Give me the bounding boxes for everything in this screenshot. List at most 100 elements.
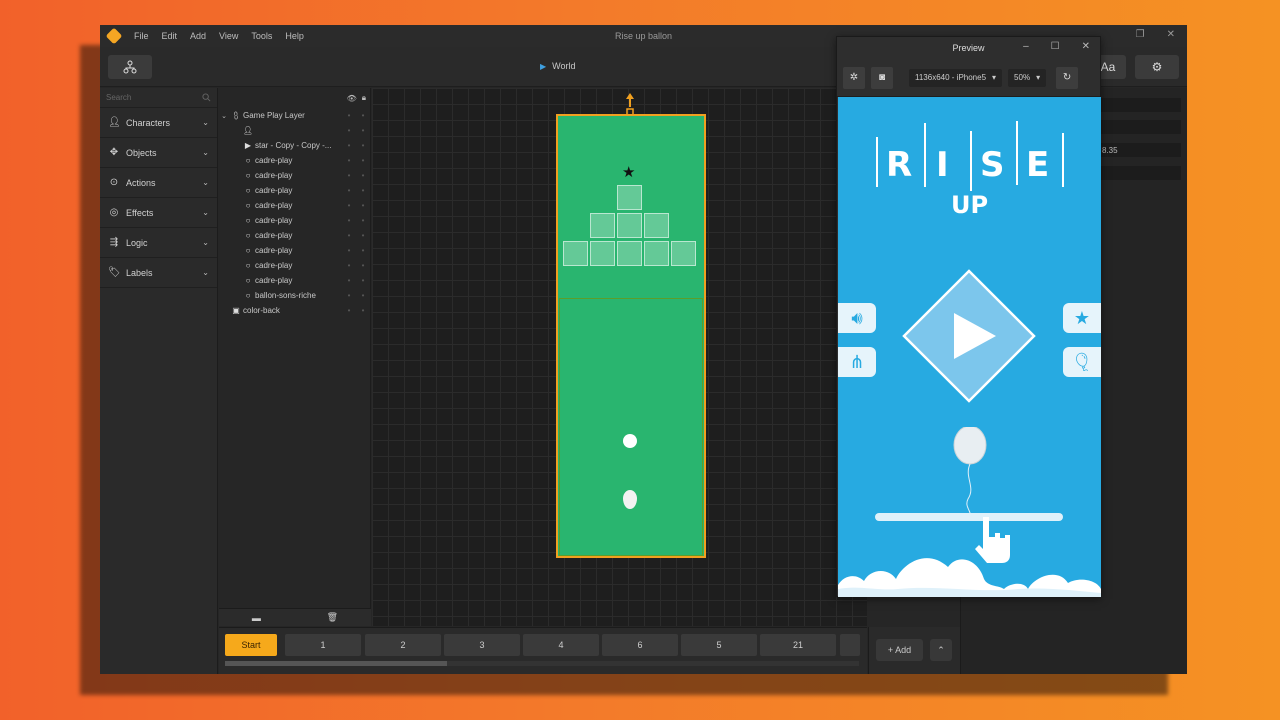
- visibility-dot-icon[interactable]: •: [348, 201, 351, 210]
- rate-button[interactable]: ★: [1063, 303, 1101, 333]
- maximize-icon[interactable]: ☐: [1051, 41, 1060, 52]
- lock-dot-icon[interactable]: •: [362, 231, 365, 240]
- layer-row[interactable]: ○ ballon-sons-riche • •: [219, 288, 370, 303]
- visibility-lock-toggles[interactable]: • •: [342, 111, 370, 120]
- expand-chevron-icon[interactable]: ⌄: [219, 112, 229, 120]
- settings-button[interactable]: ⚙: [1135, 55, 1179, 79]
- ball-object[interactable]: [623, 434, 637, 448]
- menu-tools[interactable]: Tools: [251, 31, 272, 41]
- visibility-dot-icon[interactable]: •: [348, 141, 351, 150]
- screenshot-button[interactable]: ◙: [871, 66, 893, 89]
- chevron-up-icon[interactable]: ⌃: [930, 639, 952, 661]
- layer-row[interactable]: ○ cadre-play • •: [219, 153, 370, 168]
- search-input[interactable]: Search: [106, 93, 131, 102]
- category-labels[interactable]: 🏷︎ Labels ⌄: [100, 258, 217, 288]
- property-field[interactable]: [1101, 166, 1181, 180]
- search-bar[interactable]: Search: [100, 88, 217, 108]
- cadre-block[interactable]: [590, 213, 615, 238]
- close-icon[interactable]: ✕: [1082, 41, 1090, 52]
- visibility-dot-icon[interactable]: •: [348, 126, 351, 135]
- layer-row[interactable]: ○ cadre-play • •: [219, 273, 370, 288]
- layer-row[interactable]: ○ cadre-play • •: [219, 258, 370, 273]
- restore-icon[interactable]: ❐: [1136, 29, 1145, 40]
- device-select[interactable]: 1136x640 - iPhone5 ▾: [909, 68, 1003, 87]
- visibility-lock-toggles[interactable]: • •: [342, 231, 370, 240]
- timeline-scrollbar[interactable]: [225, 661, 859, 666]
- hierarchy-button[interactable]: [108, 55, 152, 79]
- scene-tab[interactable]: 5: [681, 634, 757, 656]
- visibility-lock-toggles[interactable]: • •: [342, 276, 370, 285]
- visibility-lock-toggles[interactable]: • •: [342, 246, 370, 255]
- lock-dot-icon[interactable]: •: [362, 306, 365, 315]
- menu-add[interactable]: Add: [190, 31, 206, 41]
- visibility-lock-toggles[interactable]: • •: [342, 201, 370, 210]
- selection-box[interactable]: [559, 298, 703, 556]
- lock-dot-icon[interactable]: •: [362, 276, 365, 285]
- property-field[interactable]: [1101, 98, 1181, 112]
- cadre-block[interactable]: [617, 241, 642, 266]
- property-field-value[interactable]: 8.35: [1101, 143, 1181, 157]
- lock-dot-icon[interactable]: •: [362, 201, 365, 210]
- scene-tab[interactable]: 2: [365, 634, 441, 656]
- lock-dot-icon[interactable]: •: [362, 216, 365, 225]
- cadre-block[interactable]: [644, 213, 669, 238]
- scene-tab[interactable]: 4: [523, 634, 599, 656]
- menu-file[interactable]: File: [134, 31, 149, 41]
- skins-button[interactable]: 🎈︎: [1063, 347, 1101, 377]
- minimize-icon[interactable]: –: [1023, 41, 1029, 52]
- cadre-block[interactable]: [563, 241, 588, 266]
- visibility-dot-icon[interactable]: •: [348, 306, 351, 315]
- menu-view[interactable]: View: [219, 31, 238, 41]
- visibility-lock-toggles[interactable]: • •: [342, 291, 370, 300]
- property-field[interactable]: [1101, 120, 1181, 134]
- add-scene-button[interactable]: + Add: [876, 639, 923, 661]
- visibility-dot-icon[interactable]: •: [348, 156, 351, 165]
- lock-dot-icon[interactable]: •: [362, 291, 365, 300]
- lock-dot-icon[interactable]: •: [362, 171, 365, 180]
- visibility-lock-toggles[interactable]: • •: [342, 186, 370, 195]
- visibility-dot-icon[interactable]: •: [348, 291, 351, 300]
- lock-dot-icon[interactable]: •: [362, 156, 365, 165]
- visibility-dot-icon[interactable]: •: [348, 186, 351, 195]
- folder-icon[interactable]: ▬: [252, 613, 261, 623]
- visibility-lock-toggles[interactable]: • •: [342, 156, 370, 165]
- layer-row[interactable]: ○ cadre-play • •: [219, 228, 370, 243]
- visibility-lock-toggles[interactable]: • •: [342, 216, 370, 225]
- visibility-dot-icon[interactable]: •: [348, 111, 351, 120]
- sound-button[interactable]: 🔊︎: [838, 303, 876, 333]
- layer-row[interactable]: ○ cadre-play • •: [219, 183, 370, 198]
- timeline-scroll-thumb[interactable]: [225, 661, 447, 666]
- cadre-block[interactable]: [617, 185, 642, 210]
- layer-row[interactable]: ○ cadre-play • •: [219, 213, 370, 228]
- game-preview[interactable]: R I S E UP 🔊︎ ⋔ ★ 🎈︎: [838, 97, 1101, 597]
- lock-dot-icon[interactable]: •: [362, 261, 365, 270]
- category-objects[interactable]: ✥ Objects ⌄: [100, 138, 217, 168]
- visibility-lock-toggles[interactable]: • •: [342, 141, 370, 150]
- category-characters[interactable]: 👤︎ Characters ⌄: [100, 108, 217, 138]
- layer-row[interactable]: ▣ color-back • •: [219, 303, 370, 318]
- lock-icon[interactable]: 🔒︎: [362, 93, 366, 103]
- scene-breadcrumb[interactable]: ▶ World: [540, 61, 576, 71]
- scene-tab-partial[interactable]: [840, 634, 860, 656]
- visibility-lock-toggles[interactable]: • •: [342, 306, 370, 315]
- visibility-dot-icon[interactable]: •: [348, 231, 351, 240]
- scene-tab[interactable]: 6: [602, 634, 678, 656]
- close-icon[interactable]: ✕: [1167, 29, 1175, 40]
- visibility-dot-icon[interactable]: •: [348, 276, 351, 285]
- visibility-dot-icon[interactable]: •: [348, 216, 351, 225]
- lock-dot-icon[interactable]: •: [362, 111, 365, 120]
- rotate-handle-icon[interactable]: [625, 93, 635, 115]
- scene-tab[interactable]: 3: [444, 634, 520, 656]
- layer-row[interactable]: ○ cadre-play • •: [219, 198, 370, 213]
- layer-row[interactable]: ▶ star - Copy - Copy -... • •: [219, 138, 370, 153]
- layer-row[interactable]: ○ cadre-play • •: [219, 243, 370, 258]
- menu-edit[interactable]: Edit: [162, 31, 178, 41]
- category-actions[interactable]: ⊙ Actions ⌄: [100, 168, 217, 198]
- cadre-block[interactable]: [617, 213, 642, 238]
- layer-row[interactable]: 👤︎ • •: [219, 123, 370, 138]
- reload-button[interactable]: ↻: [1056, 66, 1079, 89]
- visibility-lock-toggles[interactable]: • •: [342, 171, 370, 180]
- lock-dot-icon[interactable]: •: [362, 246, 365, 255]
- lock-dot-icon[interactable]: •: [362, 126, 365, 135]
- visibility-dot-icon[interactable]: •: [348, 246, 351, 255]
